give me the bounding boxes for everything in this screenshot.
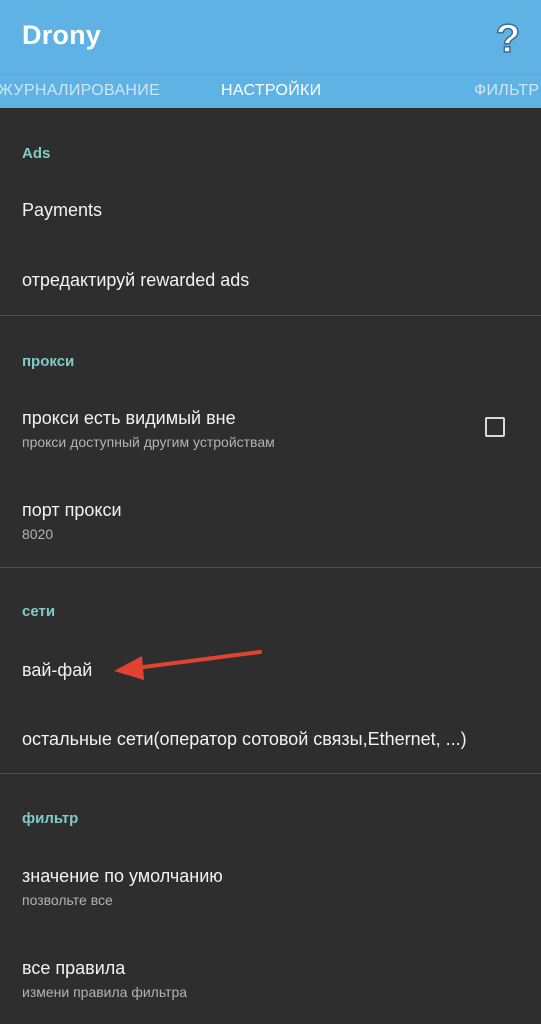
proxy-visible-item[interactable]: прокси есть видимый вне прокси доступный… (0, 390, 541, 468)
svg-text:?: ? (496, 17, 520, 61)
rewarded-ads-item[interactable]: отредактируй rewarded ads (0, 246, 541, 314)
tab-filter[interactable]: ФИЛЬТР (474, 82, 539, 100)
default-filter-title: значение по умолчанию (22, 866, 223, 886)
payments-label: Payments (22, 200, 103, 220)
payments-item[interactable]: Payments (0, 176, 541, 242)
section-header-ads: Ads (22, 145, 51, 162)
tab-logging[interactable]: ЖУРНАЛИРОВАНИЕ (0, 82, 160, 100)
divider (0, 567, 541, 568)
section-header-networks: сети (22, 603, 56, 620)
section-header-filter: фильтр (22, 810, 79, 827)
rewarded-ads-label: отредактируй rewarded ads (22, 270, 250, 290)
proxy-port-title: порт прокси (22, 500, 122, 520)
proxy-visible-subtitle: прокси доступный другим устройствам (22, 434, 275, 450)
annotation-arrow-icon (114, 650, 262, 680)
proxy-visible-title: прокси есть видимый вне (22, 408, 236, 428)
all-rules-title: все правила (22, 958, 126, 978)
divider (0, 773, 541, 774)
wifi-item[interactable]: вай-фай (0, 638, 541, 700)
question-mark-icon[interactable]: ? (486, 12, 530, 62)
tab-bar: ЖУРНАЛИРОВАНИЕ НАСТРОЙКИ ФИЛЬТР (0, 74, 541, 109)
all-rules-item[interactable]: все правила измени правила фильтра (0, 941, 541, 1019)
divider (0, 315, 541, 316)
settings-list: Ads Payments отредактируй rewarded ads п… (0, 108, 541, 1024)
other-networks-label: остальные сети(оператор сотовой связы,Et… (22, 729, 467, 749)
proxy-port-item[interactable]: порт прокси 8020 (0, 483, 541, 561)
other-networks-item[interactable]: остальные сети(оператор сотовой связы,Et… (0, 706, 541, 772)
section-header-proxy: прокси (22, 353, 75, 370)
app-title: Drony (22, 20, 102, 50)
wifi-label: вай-фай (22, 660, 93, 680)
proxy-port-value: 8020 (22, 526, 54, 542)
app-bar: Drony ? (0, 0, 541, 74)
default-filter-subtitle: позвольте все (22, 892, 113, 908)
default-filter-item[interactable]: значение по умолчанию позвольте все (0, 848, 541, 926)
tab-settings[interactable]: НАСТРОЙКИ (221, 82, 321, 100)
all-rules-subtitle: измени правила фильтра (22, 984, 188, 1000)
proxy-visible-checkbox[interactable] (485, 417, 505, 437)
